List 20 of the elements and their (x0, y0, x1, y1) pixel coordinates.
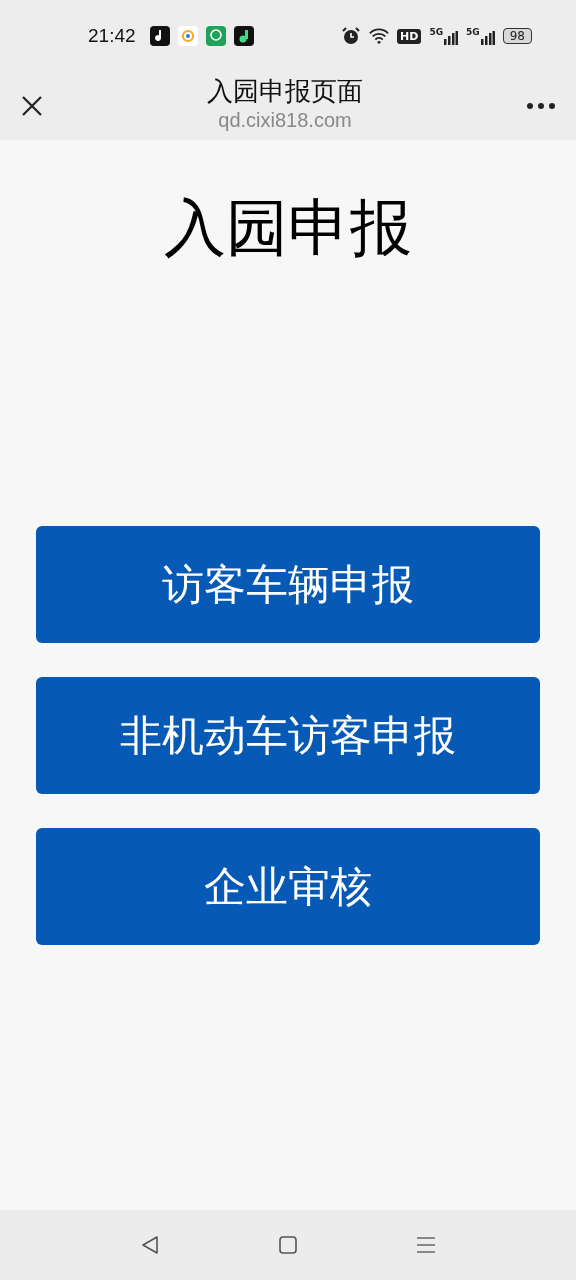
report-button[interactable]: 访客车辆申报 (36, 526, 540, 643)
signal-bars-icon (444, 30, 459, 45)
home-icon[interactable] (276, 1233, 300, 1257)
alarm-clock-icon (341, 26, 362, 46)
report-button[interactable]: 企业审核 (36, 828, 540, 945)
page-heading: 入园申报 (164, 190, 412, 266)
signal-bars-icon (480, 30, 495, 45)
network-label: 5G (429, 27, 444, 37)
clock-time: 21:42 (88, 25, 136, 47)
report-button[interactable]: 非机动车访客申报 (36, 677, 540, 794)
page-url: qd.cixi818.com (218, 109, 352, 132)
page-title: 入园申报页面 (207, 75, 363, 108)
close-icon[interactable] (20, 94, 44, 118)
hd-badge: HD (397, 28, 422, 44)
network-label: 5G (466, 27, 480, 37)
more-options-icon[interactable] (526, 102, 556, 110)
music-note-icon (149, 26, 170, 46)
note-app-icon (233, 26, 254, 46)
wifi-icon (369, 26, 390, 46)
battery-level: 98 (502, 28, 532, 44)
